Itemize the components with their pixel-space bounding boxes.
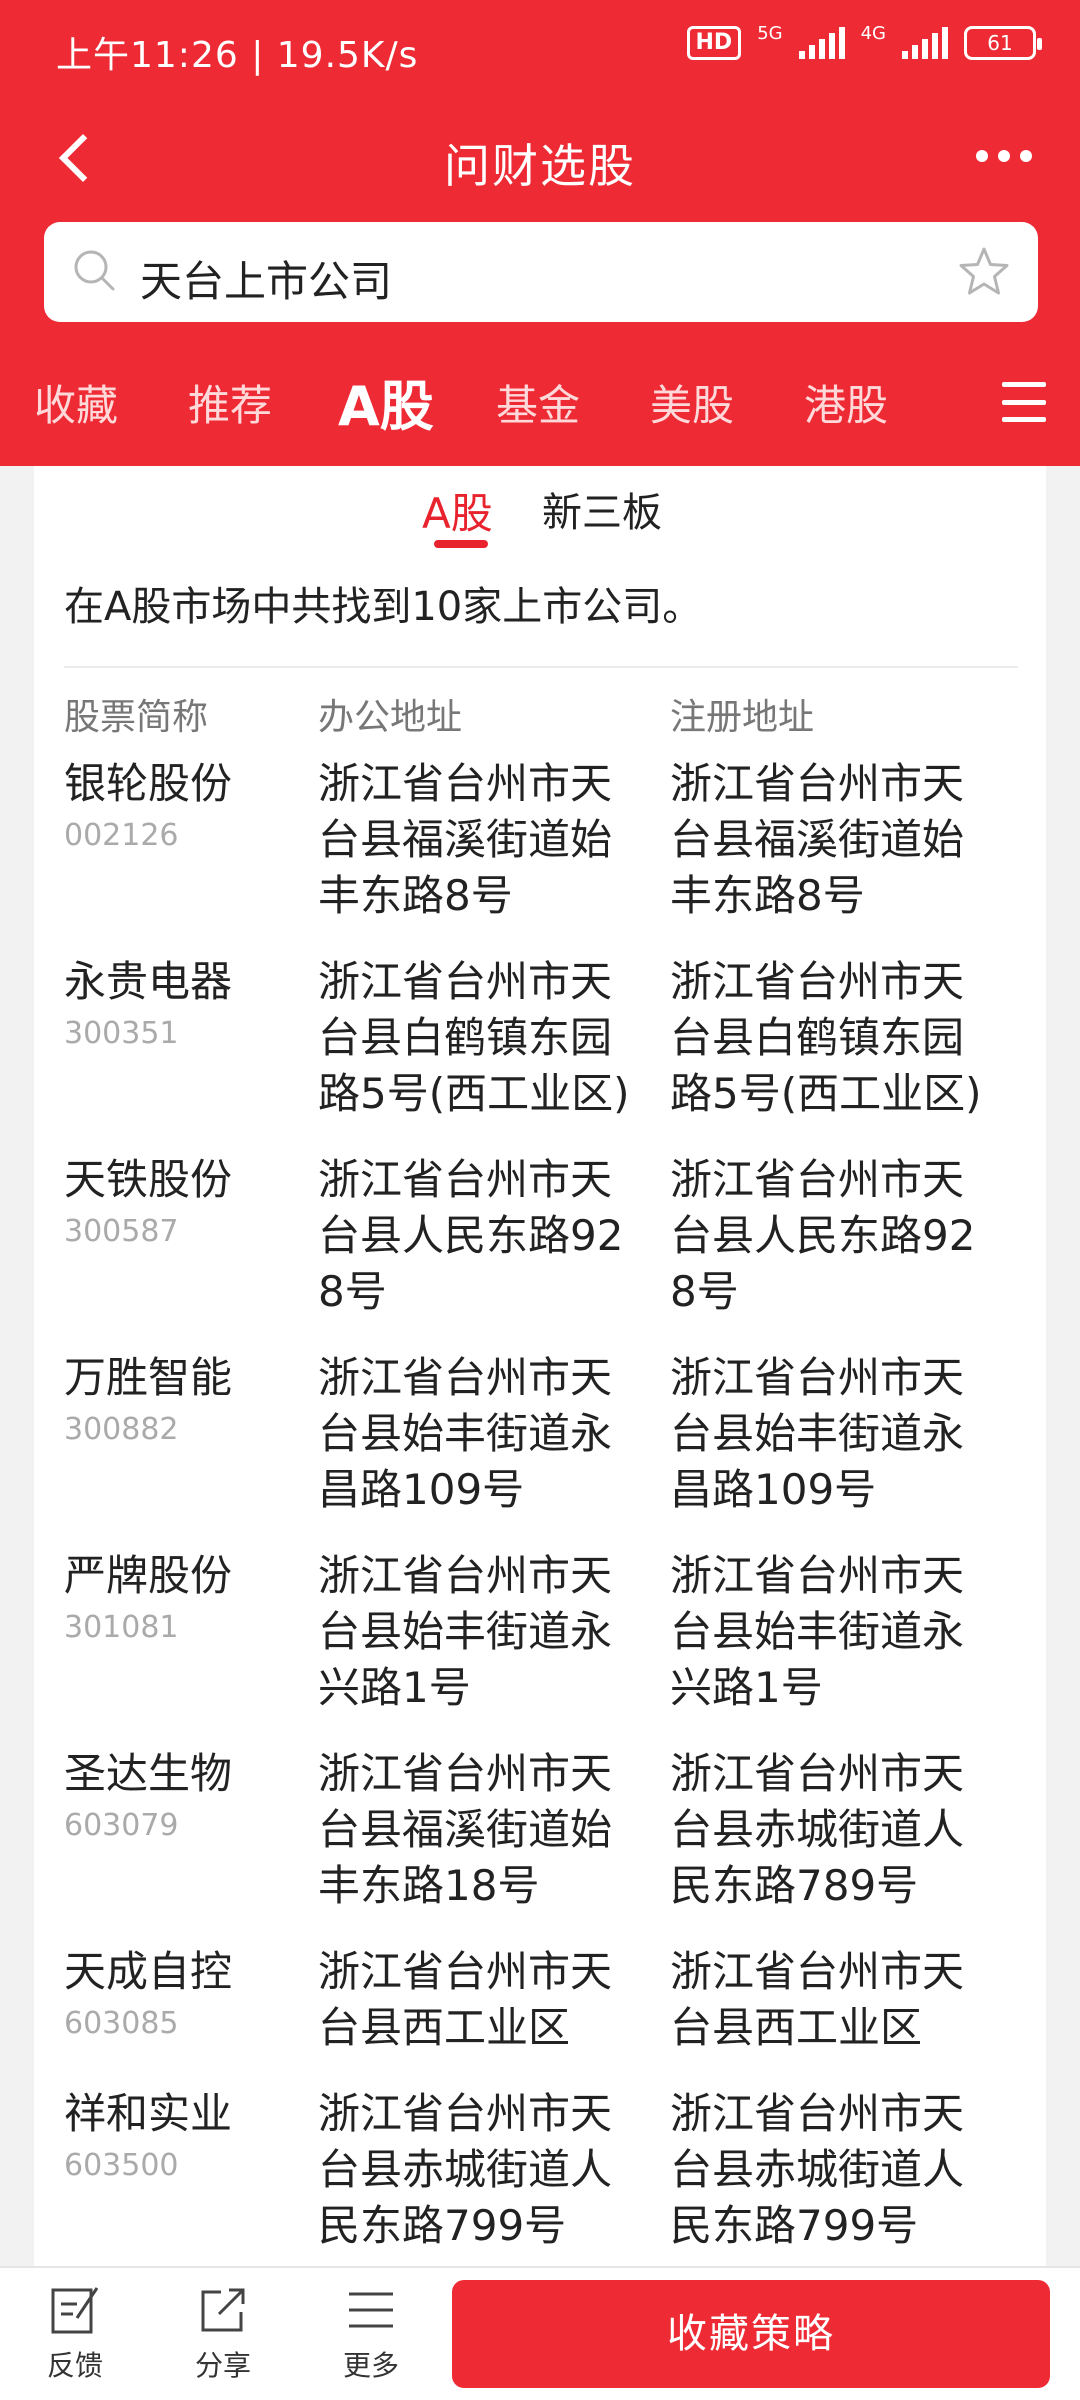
stock-name: 银轮股份: [64, 759, 233, 808]
dot-icon: [1020, 150, 1032, 162]
office-address: 浙江省台州市天台县始丰街道永兴路1号: [318, 1551, 613, 1712]
stock-name: 万胜智能: [64, 1353, 233, 1402]
stock-cell: 圣达生物 603079: [64, 1746, 294, 1848]
more-label: 更多: [342, 2349, 399, 2382]
search-input[interactable]: 天台上市公司: [44, 222, 1038, 322]
feedback-label: 反馈: [46, 2349, 103, 2382]
more-button[interactable]: 更多: [316, 2282, 426, 2384]
share-button[interactable]: 分享: [168, 2282, 278, 2384]
registered-address: 浙江省台州市天台县西工业区: [670, 1947, 965, 2052]
stock-code: 300882: [64, 1412, 179, 1447]
search-icon: [74, 250, 115, 291]
stock-cell: 银轮股份 002126: [64, 756, 294, 858]
tab-a-shares[interactable]: A股: [338, 362, 434, 441]
registered-address: 浙江省台州市天台县始丰街道永昌路109号: [670, 1353, 965, 1514]
column-header-registered: 注册地址: [670, 697, 815, 738]
status-time: 上午11:26 | 19.5K/s: [56, 35, 419, 76]
category-tabs: 收藏 推荐 A股 基金 美股 港股: [0, 360, 1080, 450]
hd-voice-icon: HD: [686, 26, 742, 60]
registered-address: 浙江省台州市天台县人民东路928号: [670, 1155, 976, 1316]
share-label: 分享: [194, 2349, 251, 2382]
menu-icon[interactable]: [1002, 382, 1046, 422]
tab-us-stocks[interactable]: 美股: [650, 372, 734, 433]
registered-address: 浙江省台州市天台县赤城街道人民东路799号: [670, 2089, 965, 2250]
dot-icon: [998, 150, 1010, 162]
stock-cell: 天成自控 603085: [64, 1944, 294, 2046]
stock-code: 300587: [64, 1214, 179, 1249]
column-header-name: 股票简称: [64, 697, 209, 738]
results-card: A股 新三板 在A股市场中共找到10家上市公司。 股票简称 办公地址 注册地址 …: [34, 466, 1046, 2266]
feedback-button[interactable]: 反馈: [20, 2282, 130, 2384]
network-5g-label: 5G: [757, 22, 783, 44]
bottom-toolbar: 反馈 分享 更多 收藏策略: [0, 2266, 1080, 2400]
active-subtab-indicator: [434, 540, 488, 548]
subtab-neeq[interactable]: 新三板: [542, 480, 662, 538]
collect-strategy-button[interactable]: 收藏策略: [452, 2280, 1050, 2388]
stock-code: 002126: [64, 818, 179, 853]
tab-favorites[interactable]: 收藏: [34, 372, 118, 433]
stock-code: 301081: [64, 1610, 179, 1645]
stock-cell: 严牌股份 301081: [64, 1548, 294, 1650]
stock-code: 603500: [64, 2148, 179, 2183]
column-header-office: 办公地址: [318, 697, 463, 738]
stock-cell: 祥和实业 603500: [64, 2086, 294, 2188]
stock-name: 严牌股份: [64, 1551, 233, 1600]
stock-code: 300351: [64, 1016, 179, 1051]
search-query: 天台上市公司: [140, 257, 393, 306]
share-icon: [201, 2288, 245, 2332]
stock-name: 天铁股份: [64, 1155, 233, 1204]
stock-code: 603079: [64, 1808, 179, 1843]
divider: [64, 666, 1018, 668]
signal-icon: [798, 27, 845, 59]
stock-name: 永贵电器: [64, 957, 233, 1006]
status-icons: HD 5G 4G 61: [686, 22, 1042, 60]
dot-icon: [976, 150, 988, 162]
office-address: 浙江省台州市天台县赤城街道人民东路799号: [318, 2089, 613, 2250]
star-icon[interactable]: [956, 244, 1012, 300]
stock-cell: 万胜智能 300882: [64, 1350, 294, 1452]
tab-hk-stocks[interactable]: 港股: [804, 372, 888, 433]
market-subtabs: A股 新三板: [34, 466, 1046, 576]
feedback-icon: [51, 2287, 99, 2334]
stock-code: 603085: [64, 2006, 179, 2041]
battery-icon: 61: [964, 26, 1042, 60]
result-summary: 在A股市场中共找到10家上市公司。: [64, 584, 703, 630]
tab-funds[interactable]: 基金: [496, 372, 580, 433]
subtab-a-shares[interactable]: A股: [422, 480, 493, 541]
stock-name: 祥和实业: [64, 2089, 233, 2138]
office-address: 浙江省台州市天台县人民东路928号: [318, 1155, 624, 1316]
signal-icon-2: [902, 27, 948, 59]
registered-address: 浙江省台州市天台县始丰街道永兴路1号: [670, 1551, 965, 1712]
more-options-button[interactable]: [964, 126, 1044, 186]
menu-lines-icon: [349, 2292, 393, 2328]
stock-cell: 永贵电器 300351: [64, 954, 294, 1056]
stock-name: 天成自控: [64, 1947, 233, 1996]
nav-bar: 问财选股: [0, 100, 1080, 220]
status-bar: 上午11:26 | 19.5K/s HD 5G 4G 61: [0, 0, 1080, 100]
registered-address: 浙江省台州市天台县赤城街道人民东路789号: [670, 1749, 965, 1910]
stock-name: 圣达生物: [64, 1749, 233, 1798]
tab-recommended[interactable]: 推荐: [188, 372, 272, 433]
office-address: 浙江省台州市天台县福溪街道始丰东路8号: [318, 759, 613, 920]
office-address: 浙江省台州市天台县始丰街道永昌路109号: [318, 1353, 613, 1514]
office-address: 浙江省台州市天台县西工业区: [318, 1947, 613, 2052]
office-address: 浙江省台州市天台县白鹤镇东园路5号(西工业区): [318, 957, 630, 1118]
registered-address: 浙江省台州市天台县福溪街道始丰东路8号: [670, 759, 965, 920]
page-title: 问财选股: [444, 139, 636, 193]
office-address: 浙江省台州市天台县福溪街道始丰东路18号: [318, 1749, 613, 1910]
stock-cell: 天铁股份 300587: [64, 1152, 294, 1254]
network-4g-label: 4G: [860, 22, 886, 44]
registered-address: 浙江省台州市天台县白鹤镇东园路5号(西工业区): [670, 957, 982, 1118]
